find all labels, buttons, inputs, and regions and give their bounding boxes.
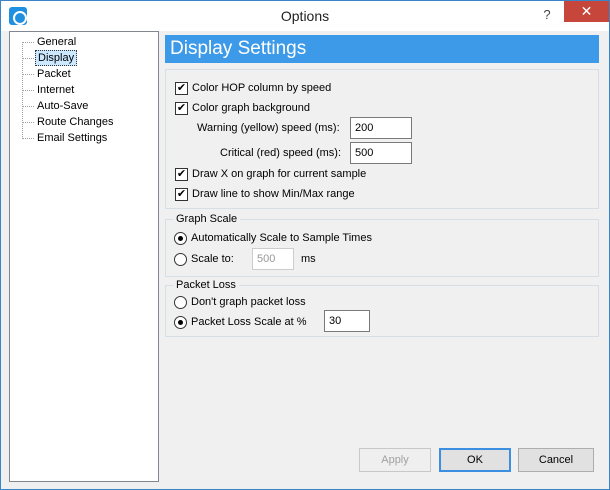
warning-speed-input[interactable]: 200 [350,117,412,139]
help-button[interactable]: ? [537,5,557,25]
scale-unit-label: ms [301,253,316,265]
tree-item-label: Email Settings [37,132,108,144]
display-group: ✔ Color HOP column by speed ✔ Color grap… [165,69,599,209]
close-button[interactable]: ✕ [564,1,609,22]
close-icon: ✕ [580,3,593,19]
cancel-button[interactable]: Cancel [518,448,594,472]
checkbox-check-icon: ✔ [175,82,188,95]
packet-loss-group: Packet Loss Don't graph packet loss Pack… [165,279,599,337]
packet-loss-legend: Packet Loss [173,279,239,291]
tree-item-label: Display [35,50,78,66]
checkbox-check-icon: ✔ [175,102,188,115]
packet-loss-scale-input[interactable]: 30 [324,310,370,332]
options-tree[interactable]: General Display Packet Internet Auto-Sav… [9,31,159,482]
graph-scale-legend: Graph Scale [173,213,241,225]
warning-speed-label: Warning (yellow) speed (ms): [197,122,340,134]
scale-to-input[interactable]: 500 [252,248,294,270]
checkbox-check-icon: ✔ [175,188,188,201]
window-title: Options [280,8,330,24]
tree-item-label: General [37,36,77,48]
tree-item-label: Auto-Save [37,100,89,112]
tree-item-label: Packet [37,68,71,80]
radio-dot-icon [174,296,187,309]
tree-item-label: Internet [37,84,75,96]
title-bar: Options ? ✕ [1,1,609,31]
critical-speed-label: Critical (red) speed (ms): [220,147,342,159]
radio-dot-icon [174,253,187,266]
radio-dot-icon [174,316,187,329]
radio-dot-icon [174,232,187,245]
tree-item-label: Route Changes [37,116,114,128]
apply-button[interactable]: Apply [359,448,431,472]
ok-button[interactable]: OK [439,448,511,472]
critical-speed-input[interactable]: 500 [350,142,412,164]
checkbox-check-icon: ✔ [175,168,188,181]
page-title: Display Settings [165,35,599,63]
options-window: Options ? ✕ General Display Packet Inter… [0,0,610,490]
graph-scale-group: Graph Scale Automatically Scale to Sampl… [165,213,599,277]
